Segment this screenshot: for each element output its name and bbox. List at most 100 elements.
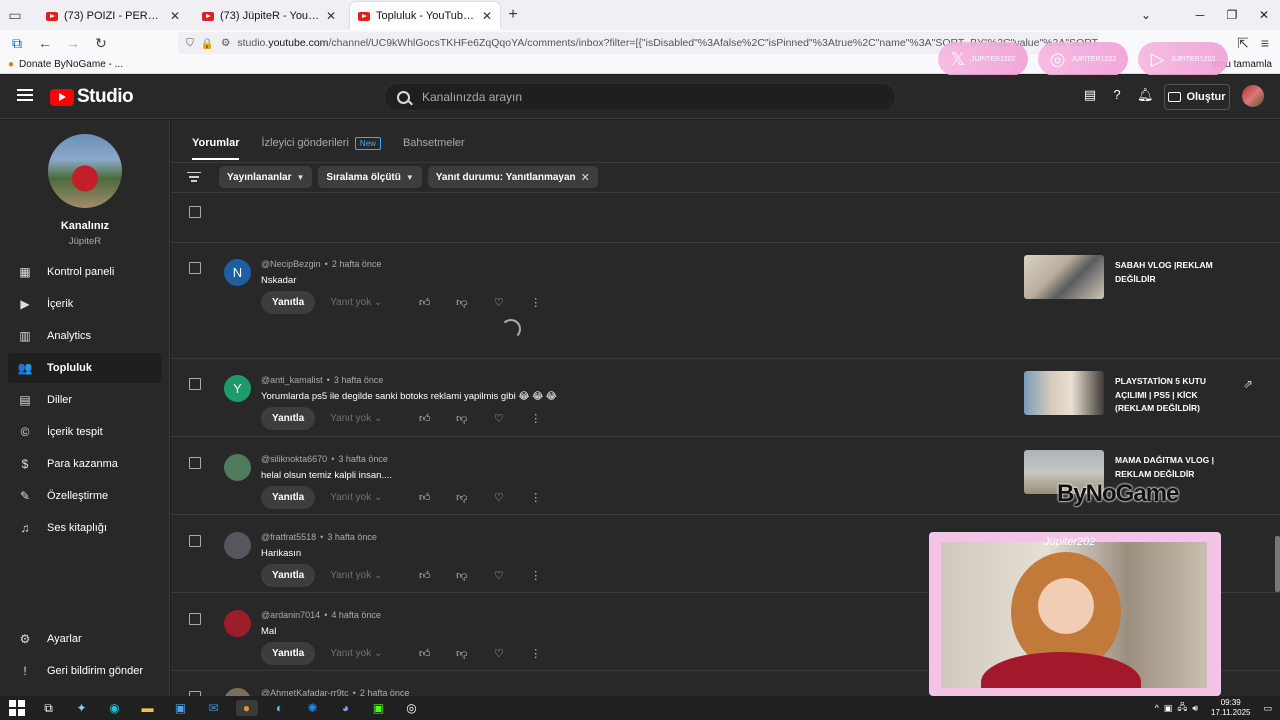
task-view-icon[interactable]: ⧉ <box>38 700 60 716</box>
mail-icon[interactable]: ✉ <box>203 700 225 716</box>
forward-icon[interactable]: → <box>64 35 82 51</box>
extensions-icon[interactable]: ⇱ <box>1234 35 1252 52</box>
reply-status-dropdown[interactable]: Yanıt yok ⌄ <box>330 492 406 503</box>
sidebar-item-content[interactable]: ▶ İçerik <box>8 289 162 319</box>
tray-overflow-icon[interactable]: ^ <box>1155 703 1159 713</box>
tray-app-icon[interactable]: ▣ <box>1164 703 1173 714</box>
reply-button[interactable]: Yanıtla <box>261 486 316 509</box>
minimize-icon[interactable]: ─ <box>1184 8 1216 22</box>
comment-author[interactable]: @ardanin7014 <box>261 610 320 620</box>
tab-list-icon[interactable]: ⌄ <box>1130 8 1162 22</box>
create-button[interactable]: Oluştur <box>1164 84 1230 110</box>
reply-status-dropdown[interactable]: Yanıt yok ⌄ <box>330 297 406 308</box>
tab-overview-icon[interactable]: ▭ <box>6 7 24 24</box>
more-vert-icon[interactable]: ⋮ <box>517 491 554 504</box>
video-title[interactable]: SABAH VLOG |REKLAM DEĞİLDİR <box>1115 259 1227 286</box>
edge-icon[interactable]: ◉ <box>104 700 126 716</box>
dislike-icon[interactable]: 👎︎ <box>443 647 480 660</box>
menu-icon[interactable]: ≡ <box>1256 35 1274 51</box>
tab-viewer-posts[interactable]: İzleyici gönderileri New <box>261 137 381 161</box>
obs-icon[interactable]: ◎ <box>401 700 423 716</box>
messages-icon[interactable]: ▤ <box>1083 88 1097 102</box>
reply-status-filter-chip[interactable]: Yanıt durumu: Yanıtlanmayan ✕ <box>427 166 598 188</box>
sidebar-item-languages[interactable]: ▤ Diller <box>8 385 162 415</box>
comment-author[interactable]: @anti_kamalist <box>261 375 323 385</box>
notification-center-icon[interactable]: ▭ <box>1263 703 1272 714</box>
avatar[interactable] <box>224 688 251 696</box>
video-title[interactable]: MAMA DAĞITMA VLOG | REKLAM DEĞİLDİR <box>1115 454 1227 481</box>
bookmark-item[interactable]: Donate ByNoGame - ... <box>19 59 123 70</box>
comment-checkbox[interactable] <box>189 535 201 547</box>
back-icon[interactable]: ← <box>36 35 54 51</box>
tracking-shield-icon[interactable]: ⛉ <box>186 37 194 50</box>
close-tab-icon[interactable]: ✕ <box>326 9 336 23</box>
dislike-icon[interactable]: 👎︎ <box>443 569 480 582</box>
more-vert-icon[interactable]: ⋮ <box>517 647 554 660</box>
help-icon[interactable]: ? <box>1110 88 1124 102</box>
avatar[interactable] <box>224 532 251 559</box>
comment-author[interactable]: @siliknokta6670 <box>261 454 327 464</box>
file-explorer-icon[interactable]: ▬ <box>137 700 159 716</box>
heart-icon[interactable]: ♡ <box>480 647 517 660</box>
heart-icon[interactable]: ♡ <box>480 491 517 504</box>
heart-icon[interactable]: ♡ <box>480 569 517 582</box>
reload-icon[interactable]: ↻ <box>92 35 110 52</box>
comment-checkbox[interactable] <box>189 613 201 625</box>
published-filter-chip[interactable]: Yayınlananlar ▼ <box>219 166 313 188</box>
browser-tab-3[interactable]: Topluluk - YouTube Studio ✕ <box>350 2 500 30</box>
video-thumbnail[interactable] <box>1024 255 1104 299</box>
comment-author[interactable]: @AhmetKafadar-rr9tc <box>261 688 349 696</box>
sidebar-item-feedback[interactable]: ! Geri bildirim gönder <box>8 656 162 686</box>
network-icon[interactable]: 🖧 <box>1177 700 1187 716</box>
dislike-icon[interactable]: 👎︎ <box>443 491 480 504</box>
select-all-checkbox[interactable] <box>189 206 201 218</box>
clock[interactable]: 09:39 17.11.2025 <box>1211 698 1250 718</box>
video-title[interactable]: PLAYSTATİON 5 KUTU AÇILIMI | PS5 | KİCK … <box>1115 375 1227 416</box>
dislike-icon[interactable]: 👎︎ <box>443 412 480 425</box>
sidebar-item-content-detection[interactable]: © İçerik tespit <box>8 417 162 447</box>
browser-tab-2[interactable]: (73) JüpiteR - YouTube ✕ <box>194 2 344 30</box>
more-vert-icon[interactable]: ⋮ <box>517 569 554 582</box>
reply-status-dropdown[interactable]: Yanıt yok ⌄ <box>330 570 406 581</box>
like-icon[interactable]: 👍︎ <box>406 569 443 582</box>
close-tab-icon[interactable]: ✕ <box>482 9 492 23</box>
sort-filter-chip[interactable]: Sıralama ölçütü ▼ <box>318 166 422 188</box>
sidebar-item-settings[interactable]: ⚙ Ayarlar <box>8 624 162 654</box>
avatar[interactable]: N <box>224 259 251 286</box>
sidebar-item-monetization[interactable]: $ Para kazanma <box>8 449 162 479</box>
reply-status-dropdown[interactable]: Yanıt yok ⌄ <box>330 413 406 424</box>
avatar[interactable]: Y <box>224 375 251 402</box>
video-thumbnail[interactable] <box>1024 371 1104 415</box>
new-tab-icon[interactable]: + <box>500 6 526 24</box>
lock-icon[interactable]: 🔒 <box>201 37 214 50</box>
hamburger-menu-icon[interactable] <box>17 89 33 101</box>
like-icon[interactable]: 👍︎ <box>406 647 443 660</box>
reply-button[interactable]: Yanıtla <box>261 642 316 665</box>
avatar[interactable] <box>224 454 251 481</box>
windows-start-icon[interactable] <box>9 700 25 716</box>
like-icon[interactable]: 👍︎ <box>406 296 443 309</box>
scrollbar[interactable] <box>1275 536 1280 592</box>
heart-icon[interactable]: ♡ <box>480 296 517 309</box>
sidebar-item-audio-library[interactable]: ♫ Ses kitaplığı <box>8 513 162 543</box>
channel-avatar[interactable] <box>48 134 122 208</box>
browser-tab-1[interactable]: (73) POIZI - PERDE (Official ✕ <box>38 2 188 30</box>
sidebar-item-community[interactable]: 👥 Topluluk <box>8 353 162 383</box>
like-icon[interactable]: 👍︎ <box>406 491 443 504</box>
permissions-icon[interactable]: ⚙ <box>221 37 230 49</box>
close-tab-icon[interactable]: ✕ <box>170 9 180 23</box>
sidebar-toggle-icon[interactable]: ⧉ <box>8 35 26 52</box>
heart-icon[interactable]: ♡ <box>480 412 517 425</box>
volume-icon[interactable]: 🔊︎ <box>1192 703 1198 714</box>
close-window-icon[interactable]: ✕ <box>1248 8 1280 22</box>
firefox-icon[interactable]: ● <box>235 700 258 716</box>
kick-icon[interactable]: ▣ <box>368 700 390 716</box>
tab-mentions[interactable]: Bahsetmeler <box>403 137 465 161</box>
store-icon[interactable]: ▣ <box>170 700 192 716</box>
steam-icon[interactable]: ◐ <box>269 700 291 716</box>
remove-filter-icon[interactable]: ✕ <box>581 171 590 184</box>
like-icon[interactable]: 👍︎ <box>406 412 443 425</box>
sidebar-item-customization[interactable]: ✎ Özelleştirme <box>8 481 162 511</box>
more-vert-icon[interactable]: ⋮ <box>517 412 554 425</box>
more-vert-icon[interactable]: ⋮ <box>517 296 554 309</box>
